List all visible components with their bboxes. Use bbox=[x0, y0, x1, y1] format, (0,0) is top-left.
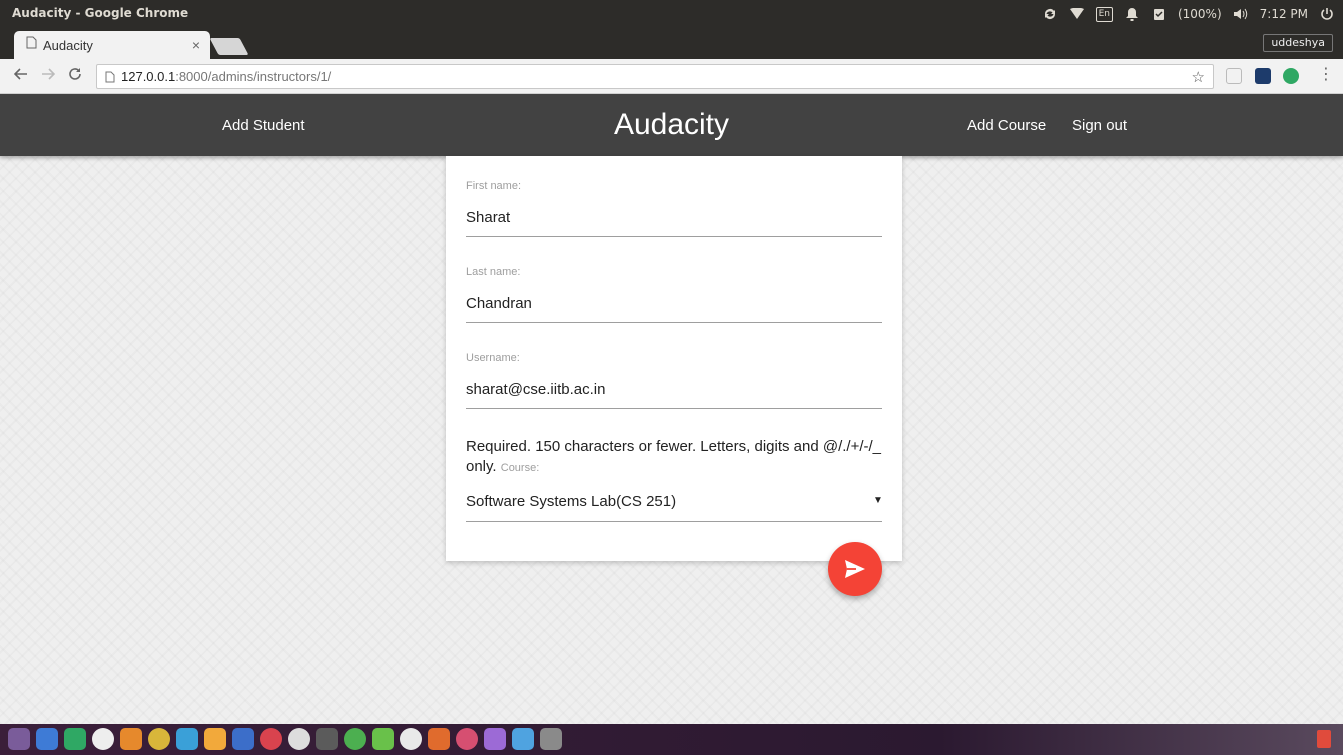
launcher-app-icon[interactable] bbox=[148, 728, 170, 750]
page-icon bbox=[105, 71, 115, 83]
reload-icon[interactable] bbox=[68, 67, 82, 86]
username-label: Username: bbox=[466, 352, 520, 364]
tab-audacity[interactable]: Audacity × bbox=[14, 31, 210, 59]
clock[interactable]: 7:12 PM bbox=[1260, 7, 1308, 21]
input-underline bbox=[466, 408, 882, 409]
input-underline bbox=[466, 236, 882, 237]
launcher-app-icon[interactable] bbox=[484, 728, 506, 750]
keyboard-layout-indicator[interactable]: En bbox=[1095, 6, 1113, 22]
tab-title: Audacity bbox=[43, 37, 93, 53]
window-title: Audacity - Google Chrome bbox=[12, 6, 189, 20]
launcher-app-icon[interactable] bbox=[288, 728, 310, 750]
last-name-label: Last name: bbox=[466, 266, 521, 278]
notification-bell-icon[interactable] bbox=[1124, 6, 1140, 22]
tab-strip: Audacity × uddeshya bbox=[0, 28, 1343, 59]
os-top-panel: Audacity - Google Chrome En (100%) 7:12 … bbox=[0, 0, 1343, 28]
select-underline bbox=[466, 521, 882, 522]
grammarly-extension-icon[interactable] bbox=[1283, 68, 1299, 84]
username-field[interactable]: Username: sharat@cse.iitb.ac.in bbox=[466, 352, 882, 410]
trash-icon[interactable] bbox=[1317, 730, 1331, 748]
launcher-app-icon[interactable] bbox=[456, 728, 478, 750]
new-tab-button[interactable] bbox=[209, 38, 249, 55]
volume-icon[interactable] bbox=[1233, 6, 1249, 22]
address-bar[interactable]: 127.0.0.1 :8000/admins/instructors/1/ ☆ bbox=[96, 64, 1214, 89]
menu-icon[interactable]: ⋮ bbox=[1318, 66, 1334, 84]
launcher-app-icon[interactable] bbox=[36, 728, 58, 750]
battery-percentage: (100%) bbox=[1177, 7, 1222, 21]
url-host: 127.0.0.1 bbox=[121, 69, 176, 84]
launcher-app-icon[interactable] bbox=[176, 728, 198, 750]
sign-out-link[interactable]: Sign out bbox=[1072, 117, 1127, 134]
arrow-left-icon[interactable] bbox=[13, 67, 28, 86]
submit-button[interactable] bbox=[828, 542, 882, 596]
launcher-app-icon[interactable] bbox=[232, 728, 254, 750]
extension-icon[interactable] bbox=[1255, 68, 1271, 84]
course-label: Course: bbox=[500, 462, 540, 474]
launcher-app-icon[interactable] bbox=[512, 728, 534, 750]
launcher-app-icon[interactable] bbox=[540, 728, 562, 750]
wifi-icon[interactable] bbox=[1069, 6, 1085, 22]
launcher-app-icon[interactable] bbox=[120, 728, 142, 750]
launcher-app-icon[interactable] bbox=[92, 728, 114, 750]
first-name-field[interactable]: First name: Sharat bbox=[466, 180, 882, 238]
close-icon[interactable]: × bbox=[192, 37, 200, 53]
username-help-text: Required. 150 characters or fewer. Lette… bbox=[466, 437, 882, 478]
star-icon[interactable]: ☆ bbox=[1192, 68, 1205, 86]
shield-extension-icon[interactable] bbox=[1226, 68, 1242, 84]
launcher-app-icon[interactable] bbox=[428, 728, 450, 750]
first-name-input[interactable]: Sharat bbox=[466, 209, 510, 226]
username-input[interactable]: sharat@cse.iitb.ac.in bbox=[466, 381, 605, 398]
battery-icon[interactable] bbox=[1151, 6, 1167, 22]
power-icon[interactable] bbox=[1319, 6, 1335, 22]
arrow-right-icon[interactable] bbox=[41, 67, 56, 86]
launcher-app-icon[interactable] bbox=[204, 728, 226, 750]
app-nav-bar: Add Student Audacity Add Course Sign out bbox=[0, 94, 1343, 156]
launcher-dock bbox=[0, 724, 1343, 755]
launcher-app-icon[interactable] bbox=[260, 728, 282, 750]
launcher-app-icon[interactable] bbox=[316, 728, 338, 750]
page-icon bbox=[26, 36, 37, 54]
caret-down-icon[interactable]: ▼ bbox=[873, 495, 883, 506]
launcher-app-icon[interactable] bbox=[344, 728, 366, 750]
url-path: :8000/admins/instructors/1/ bbox=[175, 69, 332, 84]
add-course-link[interactable]: Add Course bbox=[967, 117, 1046, 134]
page-viewport: Add Student Audacity Add Course Sign out… bbox=[0, 94, 1343, 724]
launcher-app-icon[interactable] bbox=[400, 728, 422, 750]
launcher-app-icon[interactable] bbox=[8, 728, 30, 750]
instructor-form-card: First name: Sharat Last name: Chandran U… bbox=[446, 156, 902, 561]
send-icon bbox=[844, 559, 866, 579]
first-name-label: First name: bbox=[466, 180, 522, 192]
last-name-field[interactable]: Last name: Chandran bbox=[466, 266, 882, 324]
launcher-app-icon[interactable] bbox=[64, 728, 86, 750]
course-select[interactable]: Software Systems Lab(CS 251) bbox=[466, 493, 676, 510]
brand-logo[interactable]: Audacity bbox=[0, 108, 1343, 142]
profile-button[interactable]: uddeshya bbox=[1263, 34, 1333, 52]
last-name-input[interactable]: Chandran bbox=[466, 295, 532, 312]
input-underline bbox=[466, 322, 882, 323]
system-tray: En (100%) 7:12 PM bbox=[1042, 0, 1335, 28]
browser-toolbar: 127.0.0.1 :8000/admins/instructors/1/ ☆ … bbox=[0, 59, 1343, 94]
launcher-app-icon[interactable] bbox=[372, 728, 394, 750]
sync-icon[interactable] bbox=[1042, 6, 1058, 22]
